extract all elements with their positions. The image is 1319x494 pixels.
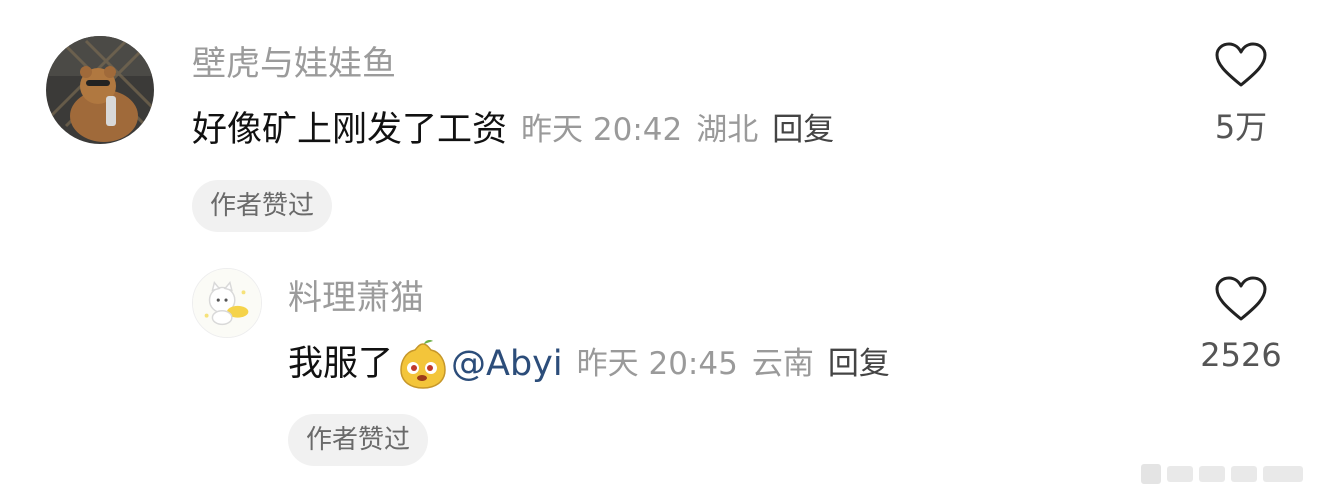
comment-time: 昨天 20:42	[521, 112, 683, 148]
reply-button[interactable]: 回复	[772, 108, 834, 152]
avatar[interactable]	[192, 268, 262, 338]
comment-time: 昨天 20:45	[576, 346, 738, 382]
author-liked-badge: 作者赞过	[288, 414, 429, 466]
heart-icon[interactable]	[1215, 42, 1267, 88]
reply-button[interactable]: 回复	[828, 342, 890, 386]
comment-username[interactable]: 壁虎与娃娃鱼	[192, 44, 396, 84]
heart-icon[interactable]	[1215, 276, 1267, 322]
comment-username[interactable]: 料理萧猫	[288, 278, 424, 318]
comment-body: 好像矿上刚发了工资 昨天 20:42 湖北 回复	[192, 108, 834, 152]
comment-text: 好像矿上刚发了工资	[192, 110, 508, 150]
like-block: 5万	[1196, 42, 1286, 148]
like-count: 5万	[1214, 108, 1268, 146]
bear-photo-avatar-icon	[46, 36, 154, 144]
user-mention-link[interactable]: @Abyi	[451, 342, 563, 386]
avatar[interactable]	[46, 36, 154, 144]
like-block: 2526	[1196, 276, 1286, 374]
comment-text: 我服了	[288, 344, 394, 384]
comment-location: 湖北	[696, 112, 759, 148]
like-count: 2526	[1200, 336, 1282, 374]
watermark-icon	[1141, 464, 1303, 484]
comment-location: 云南	[751, 346, 814, 382]
yellow-pear-emoji-icon	[397, 338, 449, 390]
cartoon-cat-avatar-icon	[193, 269, 261, 337]
comment-body: 我服了 @Abyi 昨天 20:45 云南 回复	[288, 338, 890, 390]
author-liked-badge: 作者赞过	[192, 180, 333, 232]
